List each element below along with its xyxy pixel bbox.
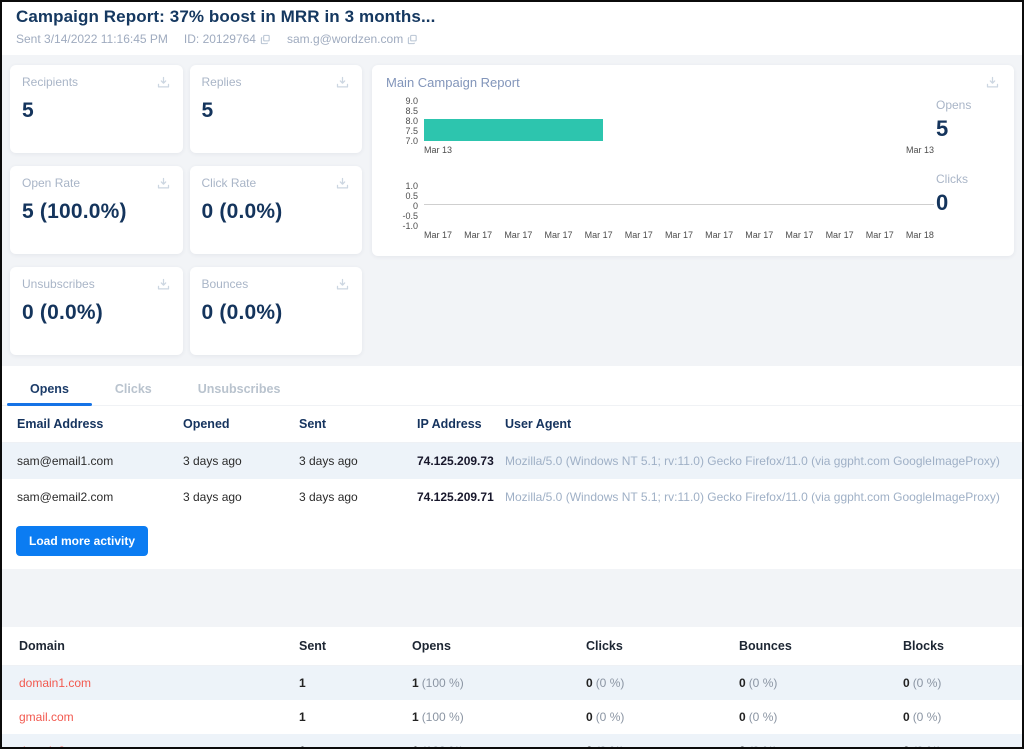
report-header: Campaign Report: 37% boost in MRR in 3 m… — [2, 2, 1022, 55]
stat-label: Click Rate — [202, 176, 257, 190]
load-more-activity-button[interactable]: Load more activity — [16, 526, 148, 556]
clicks-x-axis: Mar 17 Mar 17 Mar 17 Mar 17 Mar 17 Mar 1… — [424, 230, 934, 240]
clicks-label: Clicks — [936, 172, 1000, 186]
download-icon[interactable] — [156, 75, 171, 90]
chart-title: Main Campaign Report — [386, 75, 520, 90]
y-axis-ticks: 9.0 8.5 8.0 7.5 7.0 — [386, 96, 424, 142]
domains-section: Domain Sent Opens Clicks Bounces Blocks … — [2, 627, 1022, 749]
clicks-plot-area — [424, 181, 934, 227]
opened-time: 3 days ago — [183, 454, 299, 468]
stat-card-click-rate: Click Rate 0 (0.0%) — [190, 166, 363, 254]
stat-value: 5 (100.0%) — [22, 200, 171, 224]
download-icon[interactable] — [985, 75, 1000, 90]
zero-baseline — [424, 204, 934, 205]
opens-plot-area — [424, 96, 934, 142]
domain-link[interactable]: domain1.com — [19, 676, 91, 690]
stat-value: 0 (0.0%) — [22, 301, 171, 325]
stat-value: 5 — [202, 99, 351, 123]
stat-card-open-rate: Open Rate 5 (100.0%) — [10, 166, 183, 254]
clicks-value: 0 — [936, 190, 1000, 216]
opens-label: Opens — [936, 98, 1000, 112]
activity-tabs: Opens Clicks Unsubscribes — [2, 366, 1022, 406]
report-meta: Sent 3/14/2022 11:16:45 PM ID: 20129764 … — [16, 32, 1008, 46]
stats-grid: Recipients 5 Replies 5 Open Rate 5 (100.… — [10, 65, 362, 355]
sent-timestamp: Sent 3/14/2022 11:16:45 PM — [16, 32, 168, 46]
stat-value: 5 — [22, 99, 171, 123]
download-icon[interactable] — [335, 277, 350, 292]
opens-value: 5 — [936, 116, 1000, 142]
campaign-id: ID: 20129764 — [184, 32, 271, 46]
main-campaign-report-card: Main Campaign Report 9.0 8.5 8.0 7.5 7.0 — [372, 65, 1014, 256]
domain-row: domain1.com 1 1(100 %) 0(0 %) 0(0 %) 0(0… — [2, 666, 1022, 700]
email-address: sam@email1.com — [2, 454, 183, 468]
opens-bar-chart: 9.0 8.5 8.0 7.5 7.0 — [386, 96, 934, 142]
page-title: Campaign Report: 37% boost in MRR in 3 m… — [16, 7, 1008, 27]
campaign-report-page: Campaign Report: 37% boost in MRR in 3 m… — [0, 0, 1024, 749]
tab-opens[interactable]: Opens — [7, 382, 92, 405]
chart-side-stats: Opens 5 Clicks 0 — [934, 96, 1000, 248]
domains-table-header: Domain Sent Opens Clicks Bounces Blocks — [2, 627, 1022, 666]
sent-time: 3 days ago — [299, 454, 417, 468]
domain-row: gmail.com 1 1(100 %) 0(0 %) 0(0 %) 0(0 %… — [2, 700, 1022, 734]
dashboard: Recipients 5 Replies 5 Open Rate 5 (100.… — [2, 55, 1022, 366]
user-agent: Mozilla/5.0 (Windows NT 5.1; rv:11.0) Ge… — [505, 454, 1022, 468]
charts-column: 9.0 8.5 8.0 7.5 7.0 Mar 13 Mar 13 — [386, 96, 934, 248]
stat-label: Open Rate — [22, 176, 80, 190]
tab-unsubscribes[interactable]: Unsubscribes — [175, 382, 304, 405]
domain-link[interactable]: domain2.com — [19, 744, 91, 749]
stat-label: Unsubscribes — [22, 277, 95, 291]
stat-card-unsubscribes: Unsubscribes 0 (0.0%) — [10, 267, 183, 355]
stat-label: Bounces — [202, 277, 249, 291]
activity-section: Opens Clicks Unsubscribes Email Address … — [2, 366, 1022, 569]
ip-address: 74.125.209.71 — [417, 490, 505, 504]
email-address: sam@email2.com — [2, 490, 183, 504]
opens-bar — [424, 119, 603, 141]
stat-card-replies: Replies 5 — [190, 65, 363, 153]
copy-icon[interactable] — [407, 34, 418, 45]
domain-link[interactable]: gmail.com — [19, 710, 74, 724]
domain-row: domain2.com 1 1(100 %) 0(0 %) 0(0 %) 0(0… — [2, 734, 1022, 749]
tab-clicks[interactable]: Clicks — [92, 382, 175, 405]
download-icon[interactable] — [156, 176, 171, 191]
y-axis-ticks: 1.0 0.5 0 -0.5 -1.0 — [386, 181, 424, 227]
activity-row: sam@email1.com 3 days ago 3 days ago 74.… — [2, 443, 1022, 479]
download-icon[interactable] — [335, 176, 350, 191]
download-icon[interactable] — [335, 75, 350, 90]
ip-address: 74.125.209.73 — [417, 454, 505, 468]
stat-card-recipients: Recipients 5 — [10, 65, 183, 153]
download-icon[interactable] — [156, 277, 171, 292]
activity-table-header: Email Address Opened Sent IP Address Use… — [2, 406, 1022, 443]
stat-value: 0 (0.0%) — [202, 301, 351, 325]
stat-card-bounces: Bounces 0 (0.0%) — [190, 267, 363, 355]
stat-label: Replies — [202, 75, 242, 89]
clicks-line-chart: 1.0 0.5 0 -0.5 -1.0 — [386, 181, 934, 227]
opened-time: 3 days ago — [183, 490, 299, 504]
activity-row: sam@email2.com 3 days ago 3 days ago 74.… — [2, 479, 1022, 515]
copy-icon[interactable] — [260, 34, 271, 45]
stat-value: 0 (0.0%) — [202, 200, 351, 224]
opens-x-axis: Mar 13 Mar 13 — [424, 145, 934, 155]
stat-label: Recipients — [22, 75, 78, 89]
section-gap — [2, 569, 1022, 627]
sender-email: sam.g@wordzen.com — [287, 32, 418, 46]
sent-time: 3 days ago — [299, 490, 417, 504]
user-agent: Mozilla/5.0 (Windows NT 5.1; rv:11.0) Ge… — [505, 490, 1022, 504]
